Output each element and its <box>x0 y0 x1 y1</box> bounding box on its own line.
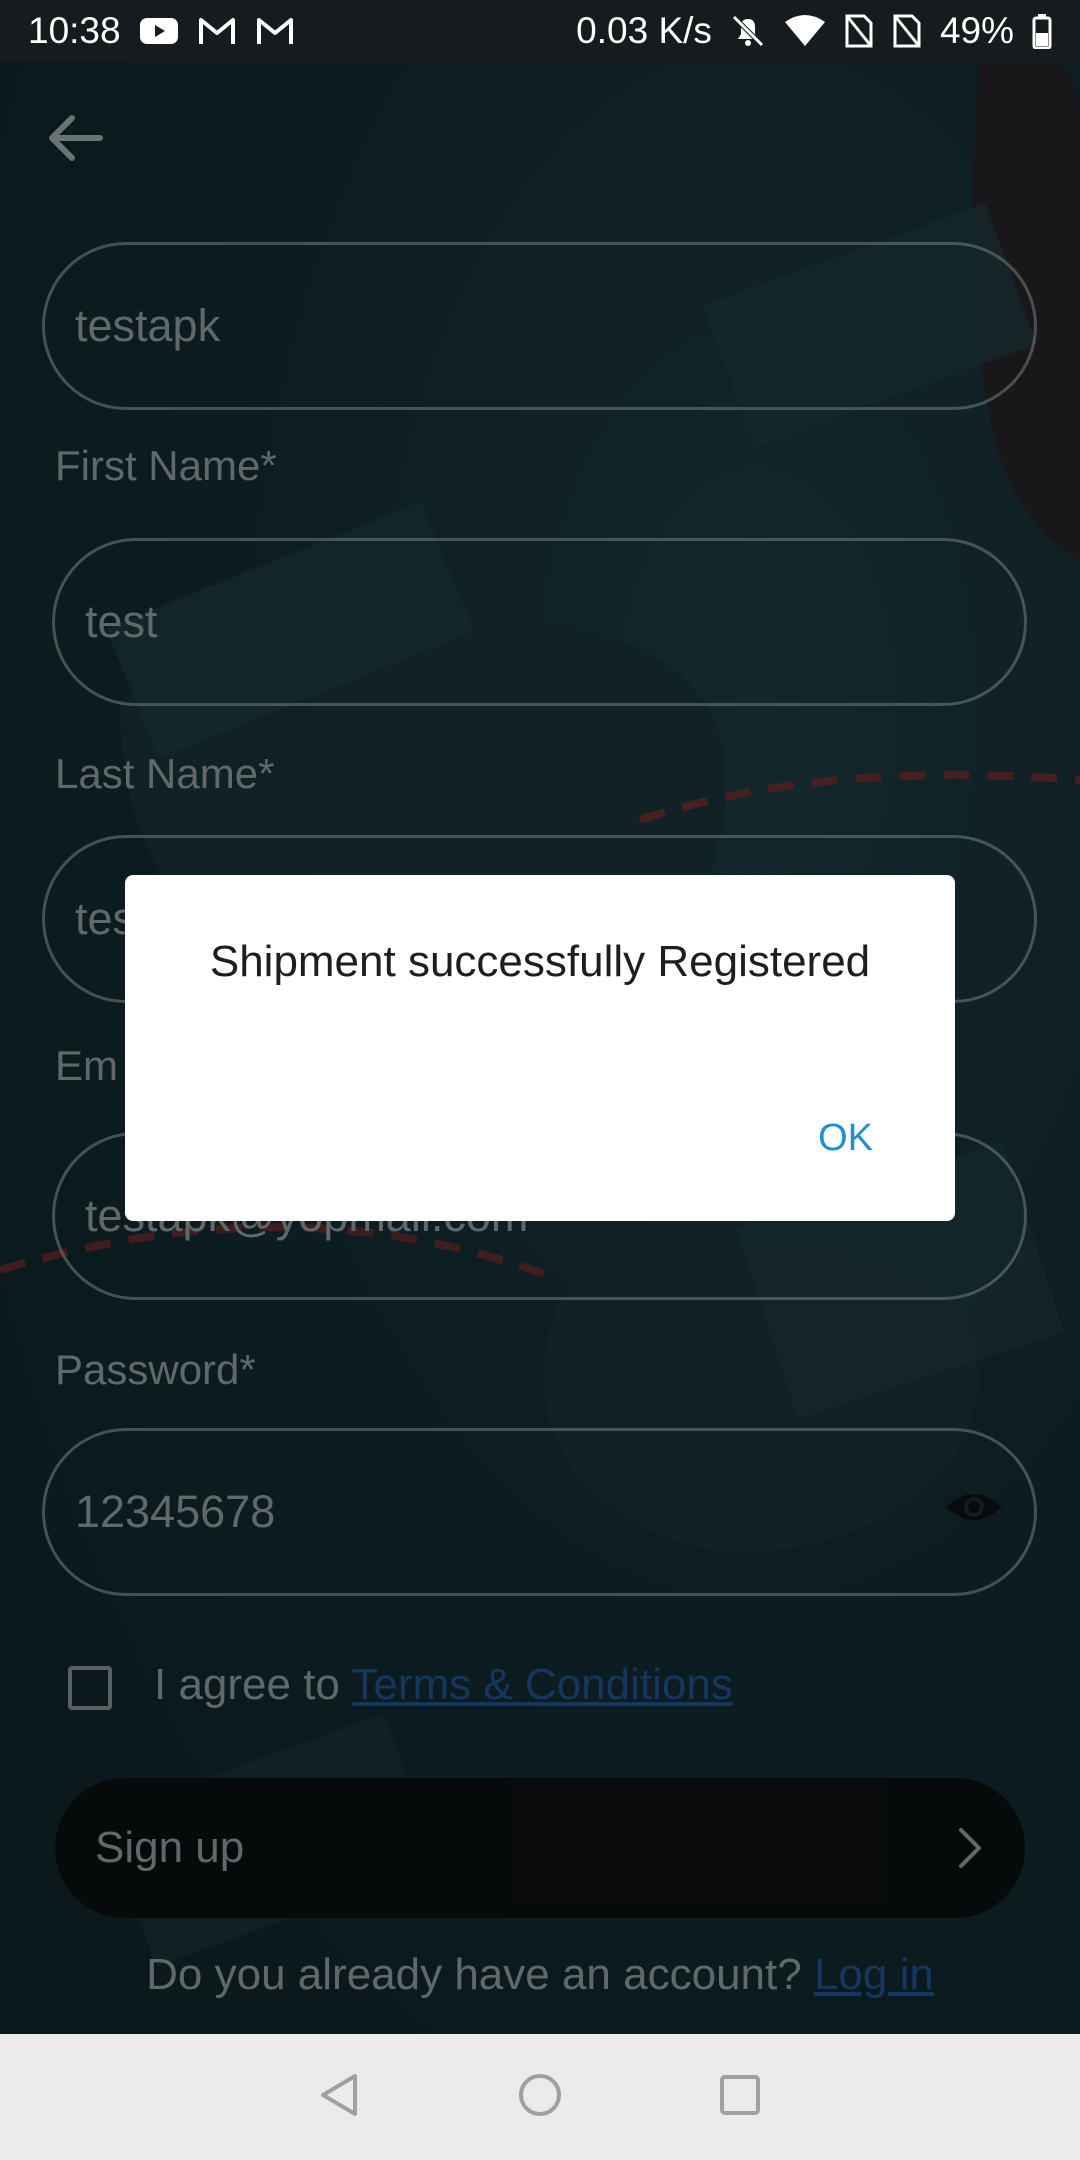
alert-dialog: Shipment successfully Registered OK <box>125 875 955 1221</box>
ok-button[interactable]: OK <box>808 1111 883 1166</box>
home-nav-icon[interactable] <box>515 2070 565 2125</box>
bell-muted-icon <box>730 13 766 49</box>
youtube-icon <box>139 16 179 46</box>
clock: 10:38 <box>28 10 121 51</box>
battery-icon <box>1032 13 1052 49</box>
no-sim-icon <box>844 13 874 49</box>
dialog-message: Shipment successfully Registered <box>209 937 871 986</box>
battery-percent: 49% <box>939 10 1014 51</box>
recents-nav-icon[interactable] <box>715 2070 765 2125</box>
gmail-icon <box>197 16 237 46</box>
network-speed: 0.03 K/s <box>576 10 712 51</box>
status-bar: 10:38 0.03 K/s 49% <box>0 0 1080 62</box>
navigation-bar <box>0 2034 1080 2160</box>
back-nav-icon[interactable] <box>315 2070 365 2125</box>
wifi-icon <box>784 14 826 48</box>
no-sim-icon <box>892 13 922 49</box>
gmail-icon <box>255 16 295 46</box>
